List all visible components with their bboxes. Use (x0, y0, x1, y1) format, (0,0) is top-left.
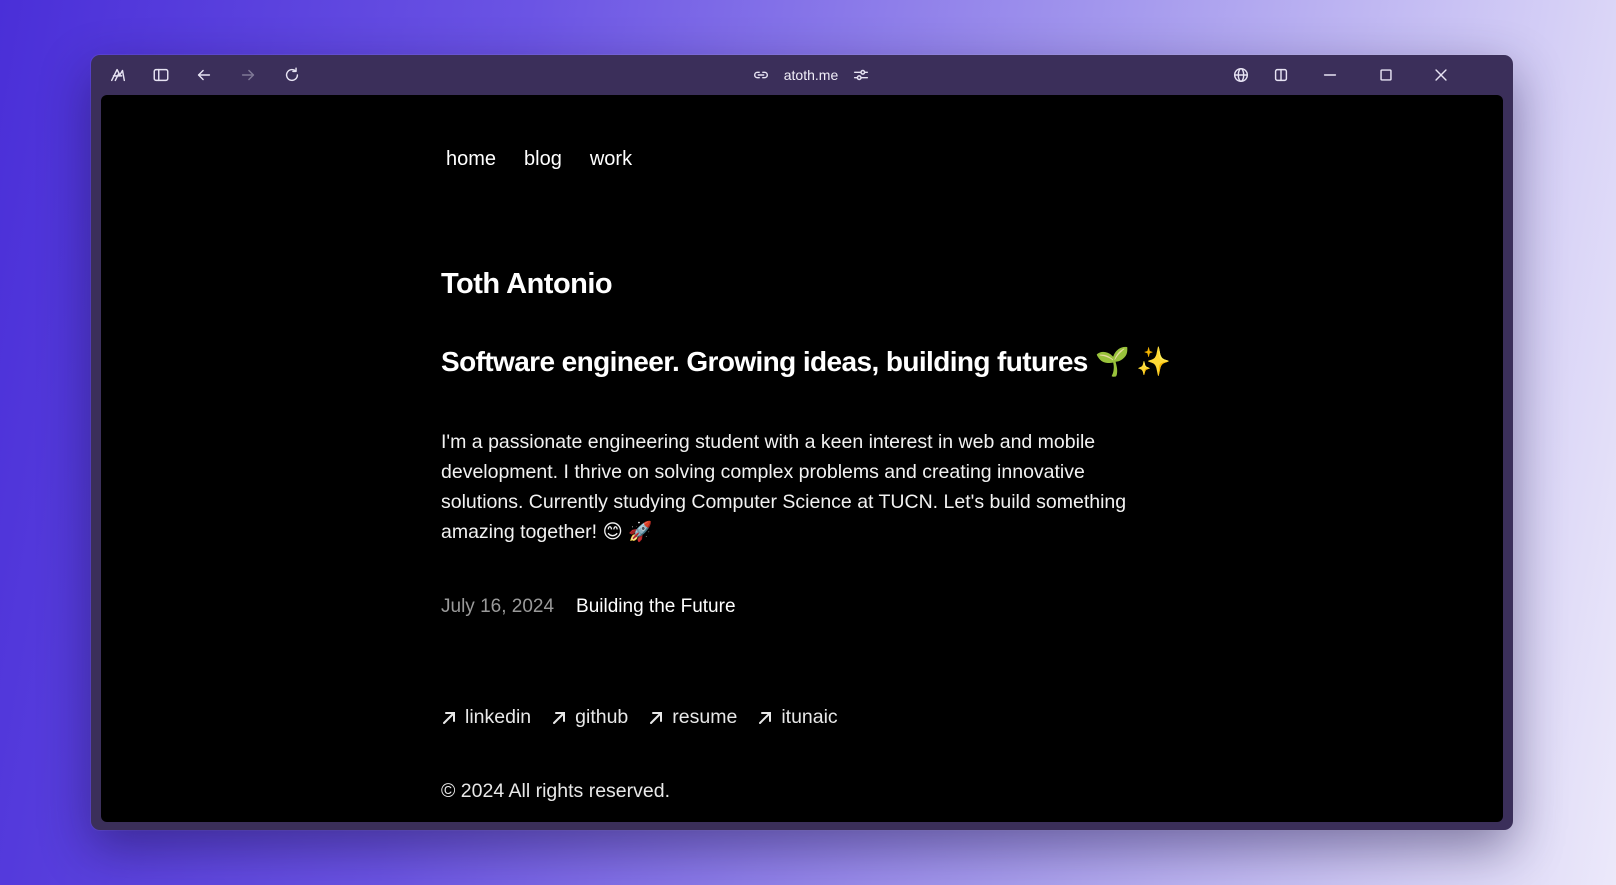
external-arrow-icon (443, 711, 455, 724)
social-links: linkedin github resume itunaic (441, 706, 838, 729)
browser-window: atoth.me home blog work Toth Antonio Sof… (91, 55, 1513, 830)
link-label[interactable]: itunaic (781, 706, 837, 729)
page-title: Toth Antonio (441, 268, 613, 300)
linkedin-link[interactable]: linkedin (441, 706, 531, 729)
external-arrow-icon (553, 711, 566, 724)
resume-link[interactable]: resume (648, 706, 737, 729)
forward-arrow-icon[interactable] (235, 63, 261, 87)
reload-icon[interactable] (279, 63, 305, 87)
post-date: July 16, 2024 (441, 596, 555, 617)
nav-home-link[interactable]: home (446, 148, 496, 171)
split-view-icon[interactable] (1268, 63, 1294, 87)
browser-logo-icon[interactable] (105, 63, 131, 87)
back-arrow-icon[interactable] (191, 63, 217, 87)
blog-post-item[interactable]: July 16, 2024 Building the Future (441, 596, 736, 618)
nav-work-link[interactable]: work (590, 148, 632, 171)
site-nav: home blog work (446, 148, 632, 171)
sidebar-toggle-icon[interactable] (148, 63, 174, 87)
tagline: Software engineer. Growing ideas, buildi… (441, 346, 1171, 377)
itunaic-link[interactable]: itunaic (757, 706, 838, 729)
link-label[interactable]: resume (672, 706, 737, 729)
address-url[interactable]: atoth.me (784, 67, 838, 83)
page-content: home blog work Toth Antonio Software eng… (101, 95, 1503, 822)
github-link[interactable]: github (551, 706, 628, 729)
external-arrow-icon (650, 711, 663, 724)
site-settings-icon[interactable] (852, 66, 870, 84)
nav-blog-link[interactable]: blog (524, 148, 562, 171)
external-arrow-icon (759, 711, 772, 724)
globe-icon[interactable] (1228, 63, 1254, 87)
link-label[interactable]: github (575, 706, 628, 729)
address-bar[interactable]: atoth.me (691, 62, 931, 88)
bio-paragraph: I'm a passionate engineering student wit… (441, 431, 1127, 543)
link-label[interactable]: linkedin (465, 706, 531, 729)
minimize-icon[interactable] (1317, 63, 1343, 87)
browser-titlebar: atoth.me (91, 55, 1513, 95)
link-icon (753, 71, 768, 79)
maximize-icon[interactable] (1373, 63, 1399, 87)
close-icon[interactable] (1428, 63, 1454, 87)
post-title-link[interactable]: Building the Future (576, 596, 736, 618)
footer-copyright: © 2024 All rights reserved. (441, 780, 670, 802)
